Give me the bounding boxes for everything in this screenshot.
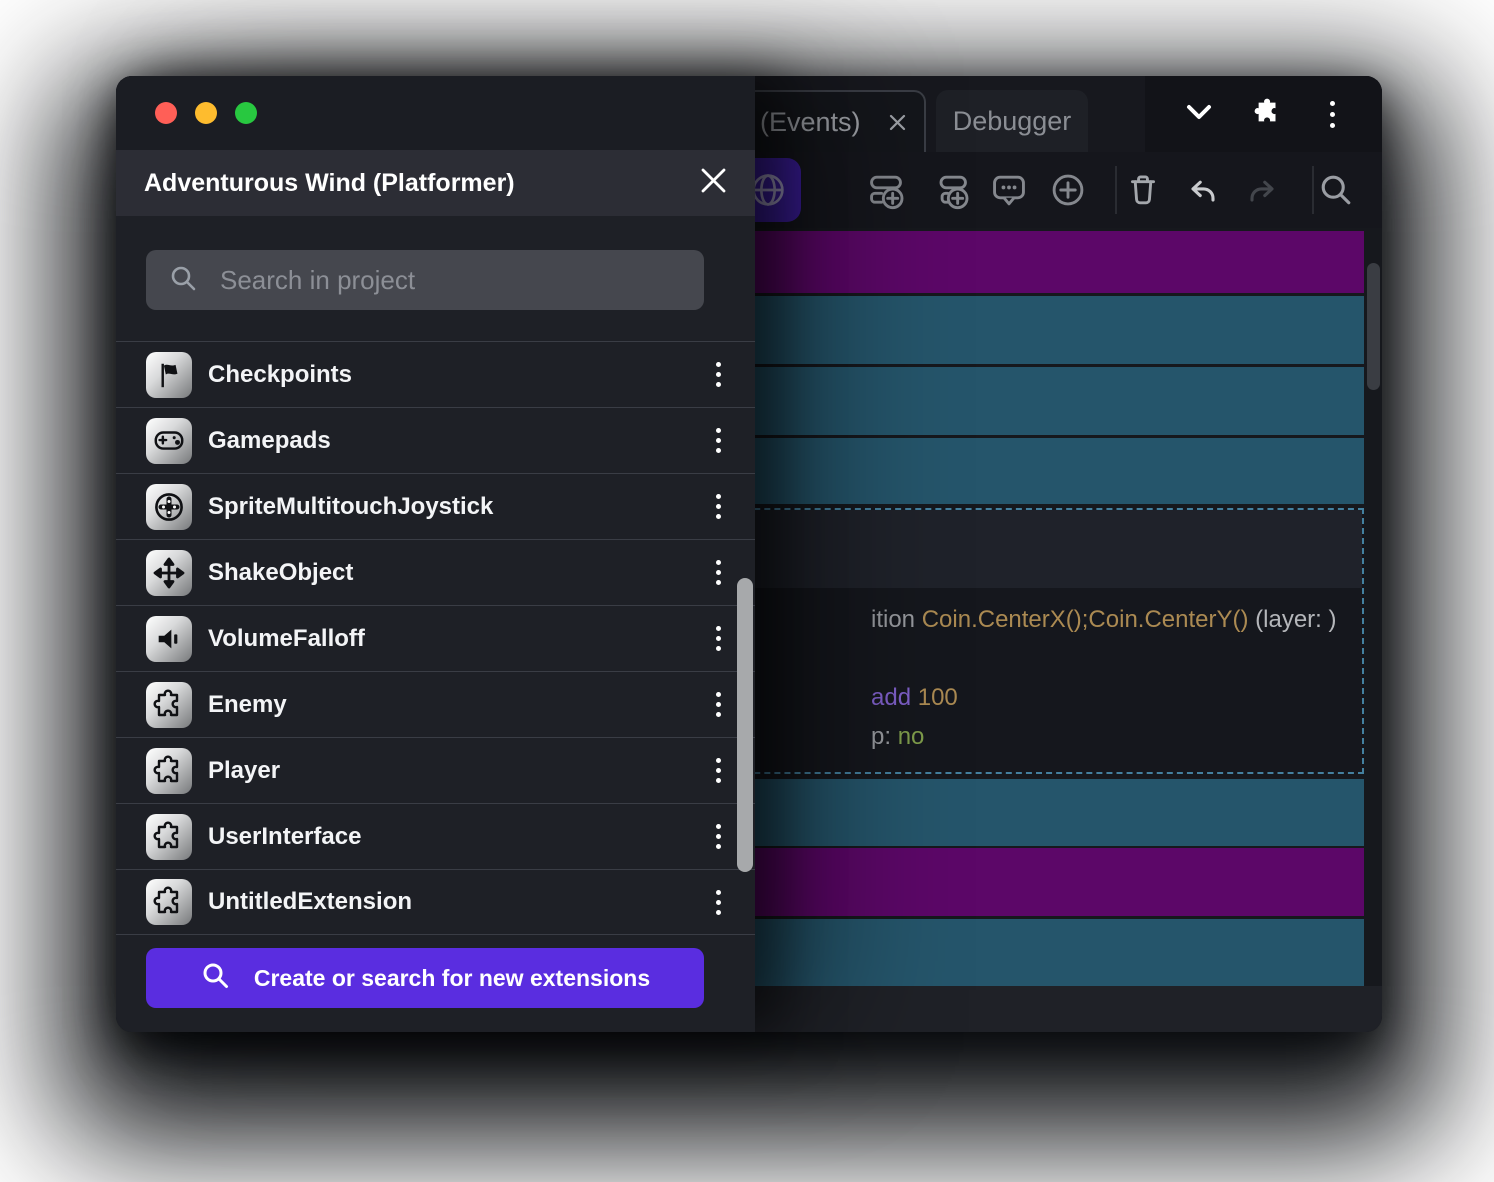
joystick-icon: [146, 484, 192, 530]
toolbar-divider: [1115, 166, 1117, 214]
kebab-menu-icon[interactable]: [710, 622, 727, 655]
minimize-window-button[interactable]: [195, 102, 217, 124]
move-arrows-icon: [146, 550, 192, 596]
kebab-menu-icon[interactable]: [710, 688, 727, 721]
event-row[interactable]: [716, 296, 1364, 364]
add-sub-event-icon[interactable]: [931, 170, 971, 210]
list-item-untitledextension[interactable]: UntitledExtension: [116, 869, 755, 935]
window-kebab-menu-icon[interactable]: [1324, 97, 1341, 132]
list-item-spritemultitouchjoystick[interactable]: SpriteMultitouchJoystick: [116, 473, 755, 539]
event-row[interactable]: [716, 779, 1364, 846]
toolbar-divider: [1312, 166, 1314, 214]
list-item-volumefalloff[interactable]: VolumeFalloff: [116, 605, 755, 671]
list-item-label: Gamepads: [208, 427, 710, 455]
list-item-label: SpriteMultitouchJoystick: [208, 493, 710, 521]
close-panel-icon[interactable]: [700, 167, 727, 199]
tab-close-icon[interactable]: [889, 114, 906, 131]
kebab-menu-icon[interactable]: [710, 556, 727, 589]
extensions-list: Checkpoints Gamepads: [116, 341, 755, 935]
list-item-label: UntitledExtension: [208, 888, 710, 916]
tab-events[interactable]: (Events): [740, 90, 926, 152]
redo-icon[interactable]: [1242, 170, 1282, 210]
list-item-userinterface[interactable]: UserInterface: [116, 803, 755, 869]
create-extension-button[interactable]: Create or search for new extensions: [146, 948, 704, 1008]
project-panel-header: Adventurous Wind (Platformer): [116, 150, 755, 216]
search-input[interactable]: [220, 265, 682, 296]
list-item-label: Checkpoints: [208, 361, 710, 389]
kebab-menu-icon[interactable]: [710, 820, 727, 853]
puzzle-icon: [146, 814, 192, 860]
list-item-player[interactable]: Player: [116, 737, 755, 803]
list-item-label: UserInterface: [208, 823, 710, 851]
kebab-menu-icon[interactable]: [710, 490, 727, 523]
list-item-checkpoints[interactable]: Checkpoints: [116, 341, 755, 407]
kebab-menu-icon[interactable]: [710, 886, 727, 919]
event-row[interactable]: [716, 231, 1364, 293]
list-item-gamepads[interactable]: Gamepads: [116, 407, 755, 473]
speaker-icon: [146, 616, 192, 662]
flag-icon: [146, 352, 192, 398]
event-row[interactable]: [716, 438, 1364, 504]
project-title: Adventurous Wind (Platformer): [144, 169, 515, 198]
puzzle-icon: [146, 748, 192, 794]
kebab-menu-icon[interactable]: [710, 424, 727, 457]
search-icon: [200, 960, 230, 996]
trash-icon[interactable]: [1123, 170, 1163, 210]
window-titlebar: [116, 76, 755, 150]
event-row[interactable]: [716, 848, 1364, 916]
screen: (Events) Debugger: [0, 0, 1494, 1182]
tab-bar-actions: [1145, 76, 1382, 152]
puzzle-icon: [146, 682, 192, 728]
event-row[interactable]: [716, 367, 1364, 435]
project-search[interactable]: [146, 250, 704, 310]
project-manager-panel: Adventurous Wind (Platformer) Checkpoint…: [116, 76, 755, 1032]
tab-debugger[interactable]: Debugger: [936, 90, 1088, 152]
puzzle-icon: [146, 879, 192, 925]
add-circle-icon[interactable]: [1048, 170, 1088, 210]
list-item-enemy[interactable]: Enemy: [116, 671, 755, 737]
list-item-label: Enemy: [208, 691, 710, 719]
event-action-line: ition Coin.CenterX();Coin.CenterY() (lay…: [871, 606, 1337, 634]
events-scrollbar[interactable]: [1367, 263, 1380, 390]
event-row[interactable]: [716, 919, 1364, 986]
undo-icon[interactable]: [1183, 170, 1223, 210]
event-row-selected[interactable]: ition Coin.CenterX();Coin.CenterY() (lay…: [714, 508, 1364, 774]
list-item-label: Player: [208, 757, 710, 785]
event-action-line: p: no: [871, 723, 924, 751]
tab-events-label: (Events): [760, 107, 861, 138]
kebab-menu-icon[interactable]: [710, 358, 727, 391]
event-condition-area: [716, 510, 1362, 588]
add-comment-icon[interactable]: [989, 170, 1029, 210]
zoom-window-button[interactable]: [235, 102, 257, 124]
create-extension-label: Create or search for new extensions: [254, 965, 650, 992]
search-events-icon[interactable]: [1316, 170, 1356, 210]
tab-debugger-label: Debugger: [953, 106, 1072, 137]
add-event-icon[interactable]: [866, 170, 906, 210]
extensions-puzzle-icon[interactable]: [1253, 97, 1283, 132]
gamepad-icon: [146, 418, 192, 464]
list-item-shakeobject[interactable]: ShakeObject: [116, 539, 755, 605]
list-item-label: ShakeObject: [208, 559, 710, 587]
list-item-label: VolumeFalloff: [208, 625, 710, 653]
close-window-button[interactable]: [155, 102, 177, 124]
kebab-menu-icon[interactable]: [710, 754, 727, 787]
search-icon: [168, 263, 198, 298]
chevron-down-icon[interactable]: [1186, 104, 1212, 125]
panel-scrollbar[interactable]: [737, 578, 753, 872]
event-action-line: add 100: [871, 684, 958, 712]
